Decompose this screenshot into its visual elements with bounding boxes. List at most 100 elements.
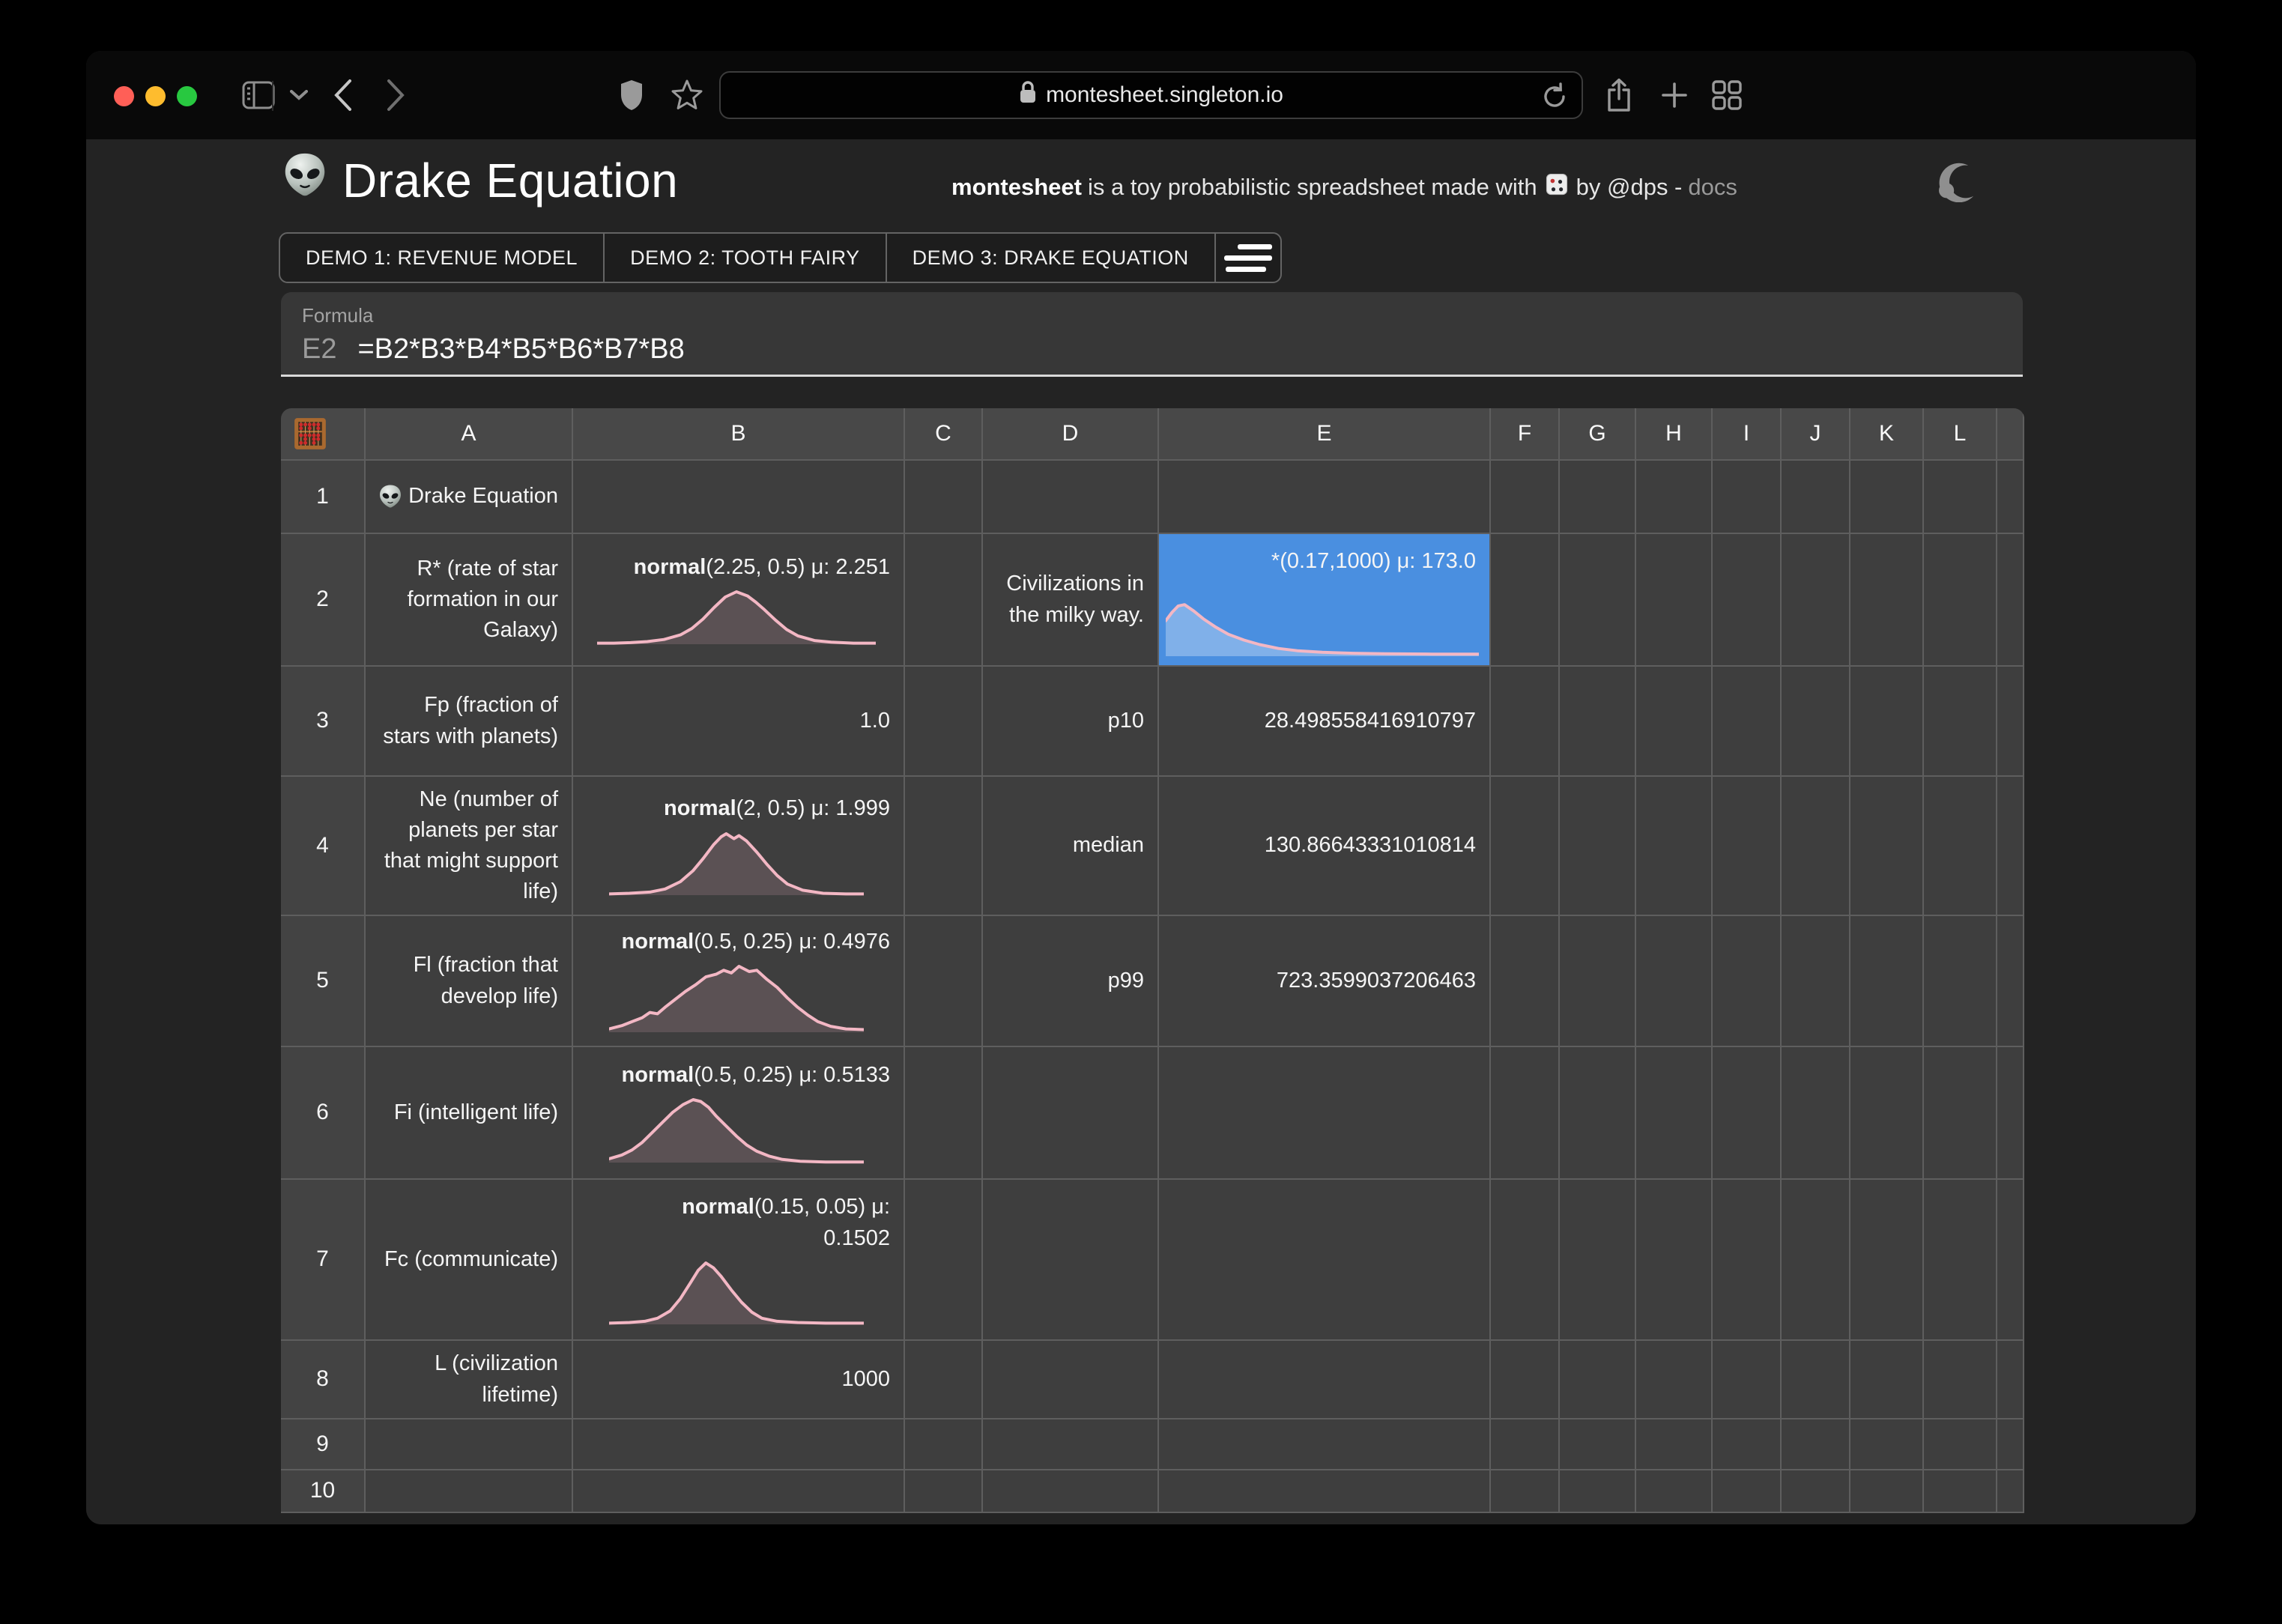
cell-B5[interactable]: normal(0.5, 0.25) μ: 0.4976: [573, 916, 905, 1047]
cell-J1[interactable]: [1782, 461, 1850, 534]
back-icon[interactable]: [322, 51, 364, 139]
cell-K7[interactable]: [1850, 1180, 1924, 1341]
cell-C7[interactable]: [905, 1180, 983, 1341]
col-header-A[interactable]: A: [366, 408, 573, 461]
sheet-menu-button[interactable]: [1216, 234, 1280, 282]
cell-F10[interactable]: [1491, 1470, 1560, 1513]
cell-F2[interactable]: [1491, 534, 1560, 667]
row-header-9[interactable]: 9: [281, 1420, 366, 1470]
cell-F7[interactable]: [1491, 1180, 1560, 1341]
cell-L5[interactable]: [1924, 916, 1997, 1047]
col-header-B[interactable]: B: [573, 408, 905, 461]
cell-J3[interactable]: [1782, 667, 1850, 777]
cell-H5[interactable]: [1636, 916, 1713, 1047]
col-header-F[interactable]: F: [1491, 408, 1560, 461]
cell-G7[interactable]: [1560, 1180, 1636, 1341]
cell-C9[interactable]: [905, 1420, 983, 1470]
cell-K3[interactable]: [1850, 667, 1924, 777]
cell-J8[interactable]: [1782, 1341, 1850, 1420]
cell-I6[interactable]: [1713, 1047, 1782, 1180]
cell-G9[interactable]: [1560, 1420, 1636, 1470]
cell-C4[interactable]: [905, 777, 983, 916]
zoom-window-button[interactable]: [177, 86, 197, 106]
cell-A6[interactable]: Fi (intelligent life): [366, 1047, 573, 1180]
cell-L3[interactable]: [1924, 667, 1997, 777]
cell-K5[interactable]: [1850, 916, 1924, 1047]
cell-H7[interactable]: [1636, 1180, 1713, 1341]
cell-G1[interactable]: [1560, 461, 1636, 534]
chevron-down-icon[interactable]: [282, 51, 315, 139]
cell-D6[interactable]: [983, 1047, 1159, 1180]
cell-G10[interactable]: [1560, 1470, 1636, 1513]
cell-K2[interactable]: [1850, 534, 1924, 667]
cell-E2[interactable]: *(0.17,1000) μ: 173.0: [1159, 534, 1491, 667]
cell-D1[interactable]: [983, 461, 1159, 534]
cell-K6[interactable]: [1850, 1047, 1924, 1180]
cell-H10[interactable]: [1636, 1470, 1713, 1513]
cell-E9[interactable]: [1159, 1420, 1491, 1470]
close-window-button[interactable]: [114, 86, 134, 106]
cell-F1[interactable]: [1491, 461, 1560, 534]
minimize-window-button[interactable]: [145, 86, 166, 106]
cell-A2[interactable]: R* (rate of star formation in our Galaxy…: [366, 534, 573, 667]
cell-C8[interactable]: [905, 1341, 983, 1420]
cell-J2[interactable]: [1782, 534, 1850, 667]
cell-L7[interactable]: [1924, 1180, 1997, 1341]
share-icon[interactable]: [1598, 51, 1640, 139]
cell-H1[interactable]: [1636, 461, 1713, 534]
cell-I3[interactable]: [1713, 667, 1782, 777]
cell-H8[interactable]: [1636, 1341, 1713, 1420]
cell-F4[interactable]: [1491, 777, 1560, 916]
cell-D10[interactable]: [983, 1470, 1159, 1513]
cell-I1[interactable]: [1713, 461, 1782, 534]
cell-I5[interactable]: [1713, 916, 1782, 1047]
col-header-C[interactable]: C: [905, 408, 983, 461]
cell-J7[interactable]: [1782, 1180, 1850, 1341]
cell-I2[interactable]: [1713, 534, 1782, 667]
cell-L1[interactable]: [1924, 461, 1997, 534]
cell-H4[interactable]: [1636, 777, 1713, 916]
cell-E5[interactable]: 723.3599037206463: [1159, 916, 1491, 1047]
cell-C5[interactable]: [905, 916, 983, 1047]
row-header-7[interactable]: 7: [281, 1180, 366, 1341]
cell-B7[interactable]: normal(0.15, 0.05) μ: 0.1502: [573, 1180, 905, 1341]
shield-icon[interactable]: [611, 51, 653, 139]
star-icon[interactable]: [665, 51, 709, 139]
cell-E10[interactable]: [1159, 1470, 1491, 1513]
cell-B2[interactable]: normal(2.25, 0.5) μ: 2.251: [573, 534, 905, 667]
cell-C2[interactable]: [905, 534, 983, 667]
reload-icon[interactable]: [1541, 82, 1568, 118]
cell-I10[interactable]: [1713, 1470, 1782, 1513]
col-header-H[interactable]: H: [1636, 408, 1713, 461]
cell-L2[interactable]: [1924, 534, 1997, 667]
cell-L10[interactable]: [1924, 1470, 1997, 1513]
url-bar[interactable]: montesheet.singleton.io: [719, 71, 1583, 119]
cell-J10[interactable]: [1782, 1470, 1850, 1513]
col-header-K[interactable]: K: [1850, 408, 1924, 461]
cell-K4[interactable]: [1850, 777, 1924, 916]
cell-I9[interactable]: [1713, 1420, 1782, 1470]
cell-C3[interactable]: [905, 667, 983, 777]
cell-A1[interactable]: Drake Equation: [366, 461, 573, 534]
cell-B10[interactable]: [573, 1470, 905, 1513]
row-header-6[interactable]: 6: [281, 1047, 366, 1180]
moon-icon[interactable]: [1935, 160, 1980, 202]
col-header-L[interactable]: L: [1924, 408, 1997, 461]
cell-K8[interactable]: [1850, 1341, 1924, 1420]
cell-E8[interactable]: [1159, 1341, 1491, 1420]
cell-B1[interactable]: [573, 461, 905, 534]
cell-A3[interactable]: Fp (fraction of stars with planets): [366, 667, 573, 777]
cell-H6[interactable]: [1636, 1047, 1713, 1180]
cell-D8[interactable]: [983, 1341, 1159, 1420]
cell-B6[interactable]: normal(0.5, 0.25) μ: 0.5133: [573, 1047, 905, 1180]
docs-link[interactable]: docs: [1688, 174, 1737, 201]
cell-F8[interactable]: [1491, 1341, 1560, 1420]
cell-B4[interactable]: normal(2, 0.5) μ: 1.999: [573, 777, 905, 916]
cell-L6[interactable]: [1924, 1047, 1997, 1180]
cell-G8[interactable]: [1560, 1341, 1636, 1420]
col-header-E[interactable]: E: [1159, 408, 1491, 461]
cell-L9[interactable]: [1924, 1420, 1997, 1470]
formula-input[interactable]: =B2*B3*B4*B5*B6*B7*B8: [357, 333, 684, 366]
cell-E4[interactable]: 130.86643331010814: [1159, 777, 1491, 916]
cell-F6[interactable]: [1491, 1047, 1560, 1180]
